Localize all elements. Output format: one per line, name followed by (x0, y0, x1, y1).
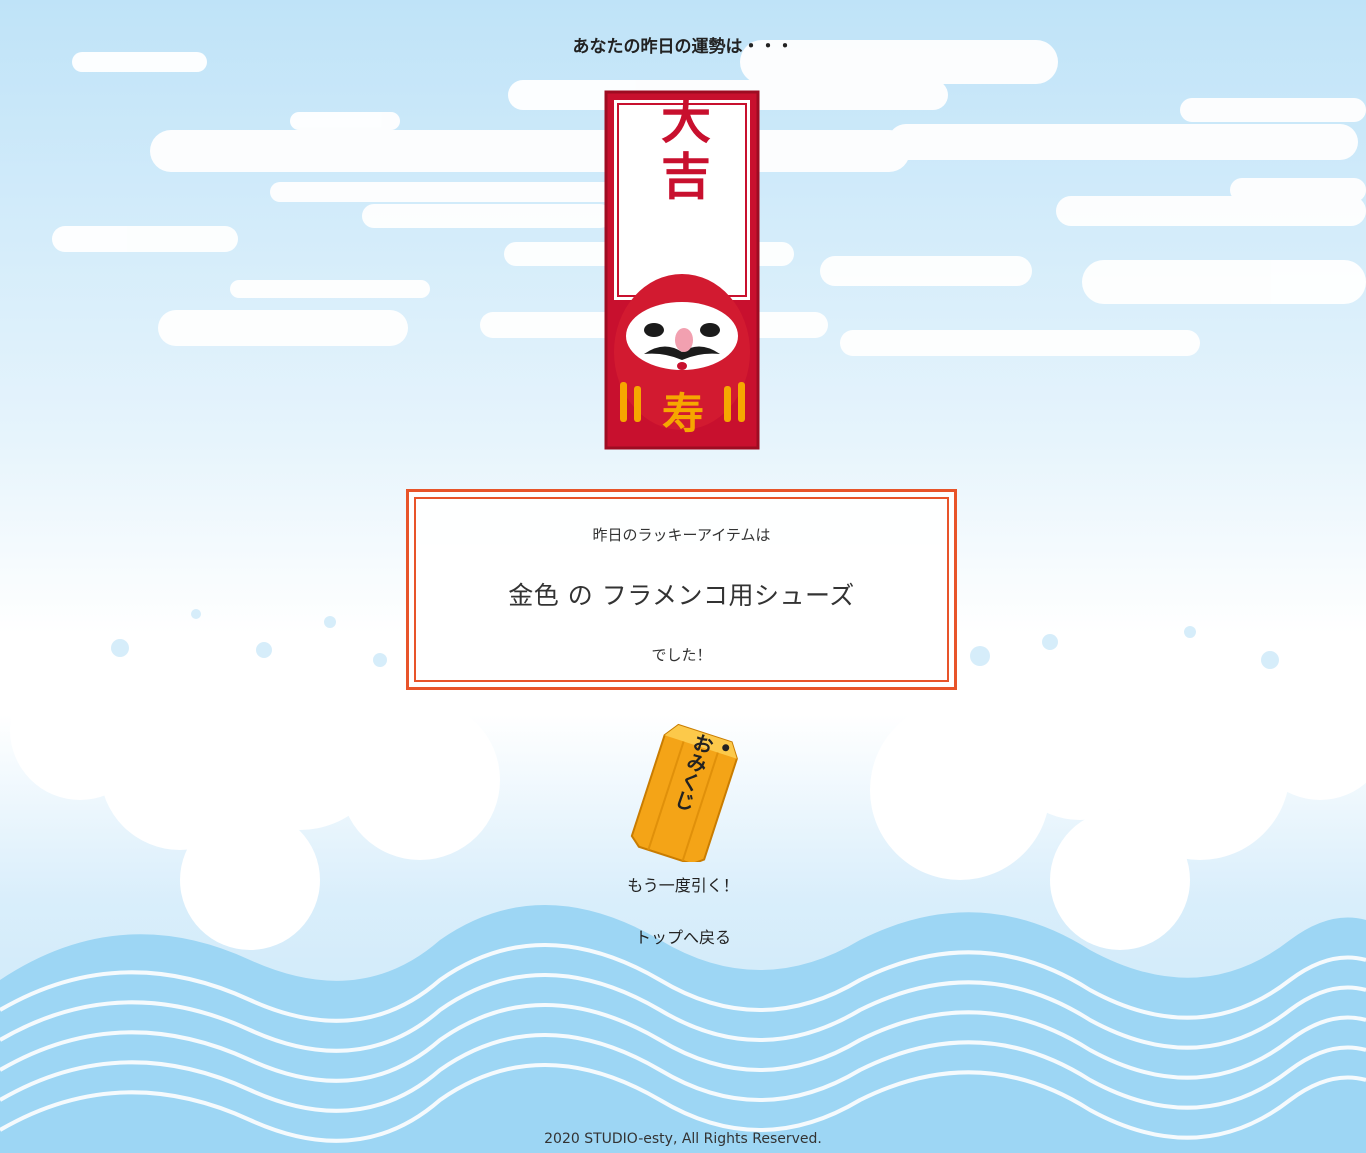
page: あなたの昨日の運勢は・・・ 大吉 寿 昨日のラッキーアイテムは 金色 の フラメ… (0, 0, 1366, 1153)
result-outro-text: でした！ (651, 646, 712, 664)
fortune-rank-text: 大吉 (653, 94, 711, 206)
footer-copyright: 2020 STUDIO-esty, All Rights Reserved. (544, 1131, 822, 1147)
daikichi-slip-image: 大吉 寿 (604, 90, 762, 450)
back-to-top-link[interactable]: トップへ戻る (583, 924, 783, 948)
omikuji-box-icon: おみくじ (630, 723, 738, 862)
result-intro-text: 昨日のラッキーアイテムは (592, 526, 771, 544)
lucky-item-result-box: 昨日のラッキーアイテムは 金色 の フラメンコ用シューズ でした！ (406, 489, 957, 690)
lucky-item-text: 金色 の フラメンコ用シューズ (508, 581, 855, 610)
draw-again-label[interactable]: もう一度引く！ (608, 872, 758, 896)
page-title: あなたの昨日の運勢は・・・ (572, 37, 794, 57)
daruma-kanji-text: 寿 (662, 389, 704, 438)
draw-again-button[interactable]: おみくじ もう一度引く！ (608, 722, 758, 902)
